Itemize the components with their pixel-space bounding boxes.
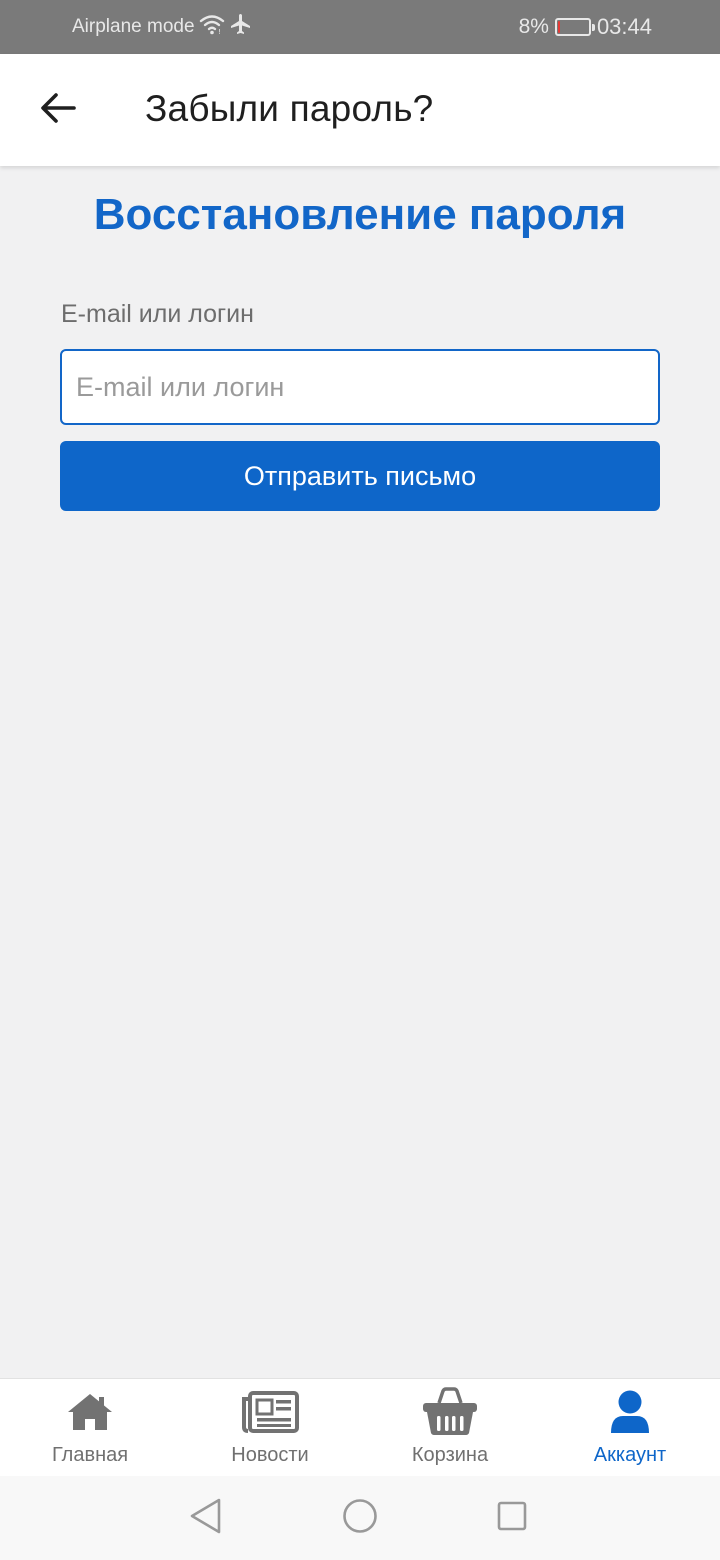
arrow-left-icon bbox=[40, 92, 76, 129]
back-triangle-icon bbox=[187, 1497, 223, 1540]
home-icon bbox=[60, 1387, 120, 1437]
airplane-icon bbox=[229, 12, 253, 42]
basket-icon bbox=[420, 1387, 480, 1437]
email-login-input[interactable] bbox=[60, 349, 660, 425]
app-bar: Забыли пароль? bbox=[0, 54, 720, 166]
system-recents-button[interactable] bbox=[490, 1496, 534, 1540]
screen: Airplane mode ! 8% 03:44 Забыли пароль? … bbox=[0, 0, 720, 1560]
recents-square-icon bbox=[494, 1498, 530, 1539]
nav-item-news[interactable]: Новости bbox=[180, 1379, 360, 1477]
battery-fill bbox=[557, 21, 560, 33]
wifi-icon: ! bbox=[199, 13, 225, 41]
system-nav-bar bbox=[0, 1476, 720, 1560]
battery-icon bbox=[554, 18, 595, 36]
nav-item-home[interactable]: Главная bbox=[0, 1379, 180, 1477]
send-email-button[interactable]: Отправить письмо bbox=[60, 441, 660, 511]
clock: 03:44 bbox=[596, 14, 652, 39]
svg-text:!: ! bbox=[218, 28, 221, 35]
nav-label-news: Новости bbox=[231, 1444, 309, 1466]
nav-item-account[interactable]: Аккаунт bbox=[540, 1379, 720, 1477]
newspaper-icon bbox=[240, 1387, 300, 1437]
email-login-label: E-mail или логин bbox=[61, 300, 254, 328]
status-bar: Airplane mode ! 8% 03:44 bbox=[0, 0, 720, 54]
airplane-mode-label: Airplane mode bbox=[72, 16, 195, 37]
bottom-nav: Главная Новости Корзина Аккаунт bbox=[0, 1378, 720, 1476]
recovery-heading: Восстановление пароля bbox=[93, 190, 627, 239]
system-back-button[interactable] bbox=[183, 1496, 227, 1540]
home-circle-icon bbox=[341, 1497, 379, 1540]
battery-percent: 8% bbox=[518, 15, 549, 38]
nav-label-cart: Корзина bbox=[411, 1444, 489, 1466]
nav-label-account: Аккаунт bbox=[593, 1444, 667, 1466]
nav-item-cart[interactable]: Корзина bbox=[360, 1379, 540, 1477]
user-icon bbox=[600, 1387, 660, 1437]
status-left: Airplane mode ! bbox=[72, 0, 253, 54]
page-title: Забыли пароль? bbox=[145, 88, 434, 129]
status-right: 8% 03:44 bbox=[519, 0, 652, 54]
system-home-button[interactable] bbox=[338, 1496, 382, 1540]
nav-label-home: Главная bbox=[51, 1444, 129, 1466]
back-button[interactable] bbox=[30, 82, 86, 138]
